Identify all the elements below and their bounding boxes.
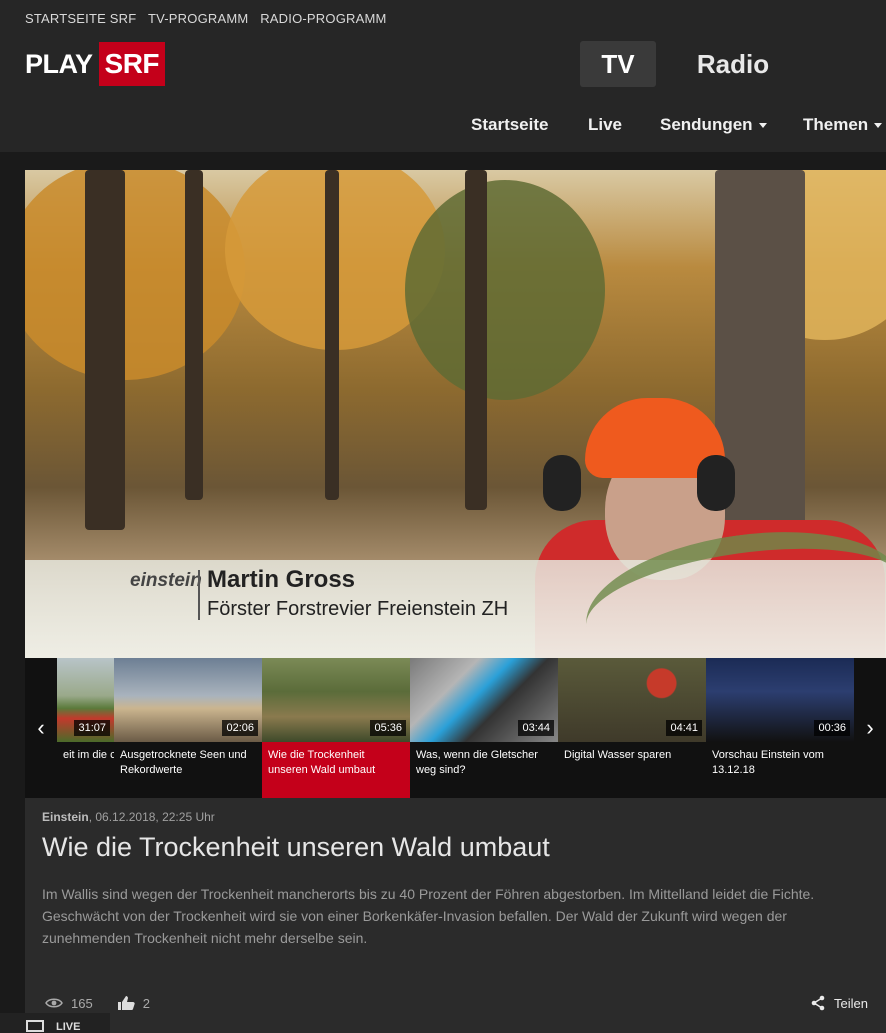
playlist-item[interactable]: 02:06 Ausgetrocknete Seen und Rekordwert… xyxy=(114,658,262,798)
content-area: einstein Martin Gross Förster Forstrevie… xyxy=(25,170,886,1033)
nav-themen[interactable]: Themen xyxy=(803,115,883,135)
link-radio-programm[interactable]: RADIO-PROGRAMM xyxy=(260,11,386,26)
playlist-item[interactable]: 31:07 eit im die chweiz xyxy=(57,658,114,798)
playlist-item-title: Vorschau Einstein vom 13.12.18 xyxy=(712,749,824,776)
duration-badge: 00:36 xyxy=(814,720,850,736)
caret-down-icon xyxy=(874,123,883,129)
foliage xyxy=(25,170,245,380)
duration-badge: 03:44 xyxy=(518,720,554,736)
video-stats: 165 2 xyxy=(45,995,150,1011)
duration-badge: 04:41 xyxy=(666,720,702,736)
live-bar[interactable]: LIVE xyxy=(0,1013,110,1033)
nav-live[interactable]: Live xyxy=(588,115,622,135)
nav-sendungen[interactable]: Sendungen xyxy=(660,115,767,135)
playlist-prev-button[interactable]: ‹ xyxy=(25,658,57,798)
video-description: Im Wallis sind wegen der Trockenheit man… xyxy=(42,886,815,946)
tab-radio[interactable]: Radio xyxy=(680,41,786,87)
share-label: Teilen xyxy=(834,995,868,1011)
link-tv-programm[interactable]: TV-PROGRAMM xyxy=(148,11,248,26)
top-links: STARTSEITE SRF TV-PROGRAMM RADIO-PROGRAM… xyxy=(25,11,395,26)
top-bar: STARTSEITE SRF TV-PROGRAMM RADIO-PROGRAM… xyxy=(0,0,886,152)
chevron-right-icon: › xyxy=(866,715,874,740)
eye-icon xyxy=(45,998,63,1008)
video-meta: Einstein, 06.12.2018, 22:25 Uhr xyxy=(42,810,215,824)
playlist-item[interactable]: 03:44 Was, wenn die Gletscher weg sind? xyxy=(410,658,558,798)
link-startseite-srf[interactable]: STARTSEITE SRF xyxy=(25,11,136,26)
einstein-brand: einstein xyxy=(130,570,202,591)
like-count: 2 xyxy=(142,995,150,1011)
lower-third-divider xyxy=(198,570,200,620)
play-srf-logo[interactable]: PLAY SRF xyxy=(25,42,166,86)
playlist-item-title: Wie die Trockenheit unseren Wald umbaut xyxy=(268,749,376,776)
ear-protector xyxy=(543,455,581,511)
playlist-item-title: Digital Wasser sparen xyxy=(564,749,672,761)
duration-badge: 31:07 xyxy=(74,720,110,736)
tree-trunk xyxy=(185,170,203,500)
share-button[interactable]: Teilen xyxy=(810,995,868,1011)
duration-badge: 02:06 xyxy=(222,720,258,736)
tree-trunk xyxy=(325,170,339,500)
nav-startseite[interactable]: Startseite xyxy=(471,115,548,135)
ear-protector xyxy=(697,455,735,511)
foliage xyxy=(405,180,605,400)
playlist-item-title: Ausgetrocknete Seen und Rekordwerte xyxy=(120,749,247,776)
speaker-name: Martin Gross xyxy=(207,566,356,593)
broadcast-date: , 06.12.2018, 22:25 Uhr xyxy=(88,810,215,824)
playlist-item[interactable]: 00:36 Vorschau Einstein vom 13.12.18 xyxy=(706,658,854,798)
playlist-item[interactable]: 04:41 Digital Wasser sparen xyxy=(558,658,706,798)
tv-icon xyxy=(26,1020,44,1032)
logo-play: PLAY xyxy=(25,48,93,79)
nav-themen-label: Themen xyxy=(803,115,869,134)
playlist-item-active[interactable]: 05:36 Wie die Trockenheit unseren Wald u… xyxy=(262,658,410,798)
playlist-next-button[interactable]: › xyxy=(854,658,886,798)
caret-down-icon xyxy=(758,123,767,129)
live-label: LIVE xyxy=(56,1021,81,1033)
playlist-strip: 31:07 eit im die chweiz 02:06 Ausgetrock… xyxy=(25,658,886,798)
tree-trunk xyxy=(85,170,125,530)
share-icon xyxy=(811,995,825,1011)
thumbs-up-icon[interactable] xyxy=(117,995,135,1011)
show-name[interactable]: Einstein xyxy=(42,810,89,824)
tab-tv[interactable]: TV xyxy=(580,41,656,87)
speaker-role: Förster Forstrevier Freienstein ZH xyxy=(207,598,509,620)
video-title: Wie die Trockenheit unseren Wald umbaut xyxy=(42,832,550,862)
video-player[interactable]: einstein Martin Gross Förster Forstrevie… xyxy=(25,170,886,658)
nav-sendungen-label: Sendungen xyxy=(660,115,753,134)
playlist-item-title: eit im die chweiz xyxy=(63,749,114,761)
playlist-item-title: Was, wenn die Gletscher weg sind? xyxy=(416,749,538,776)
duration-badge: 05:36 xyxy=(370,720,406,736)
logo-srf: SRF xyxy=(98,42,166,86)
chevron-left-icon: ‹ xyxy=(37,715,45,740)
tree-trunk xyxy=(465,170,487,510)
view-count: 165 xyxy=(71,995,93,1011)
